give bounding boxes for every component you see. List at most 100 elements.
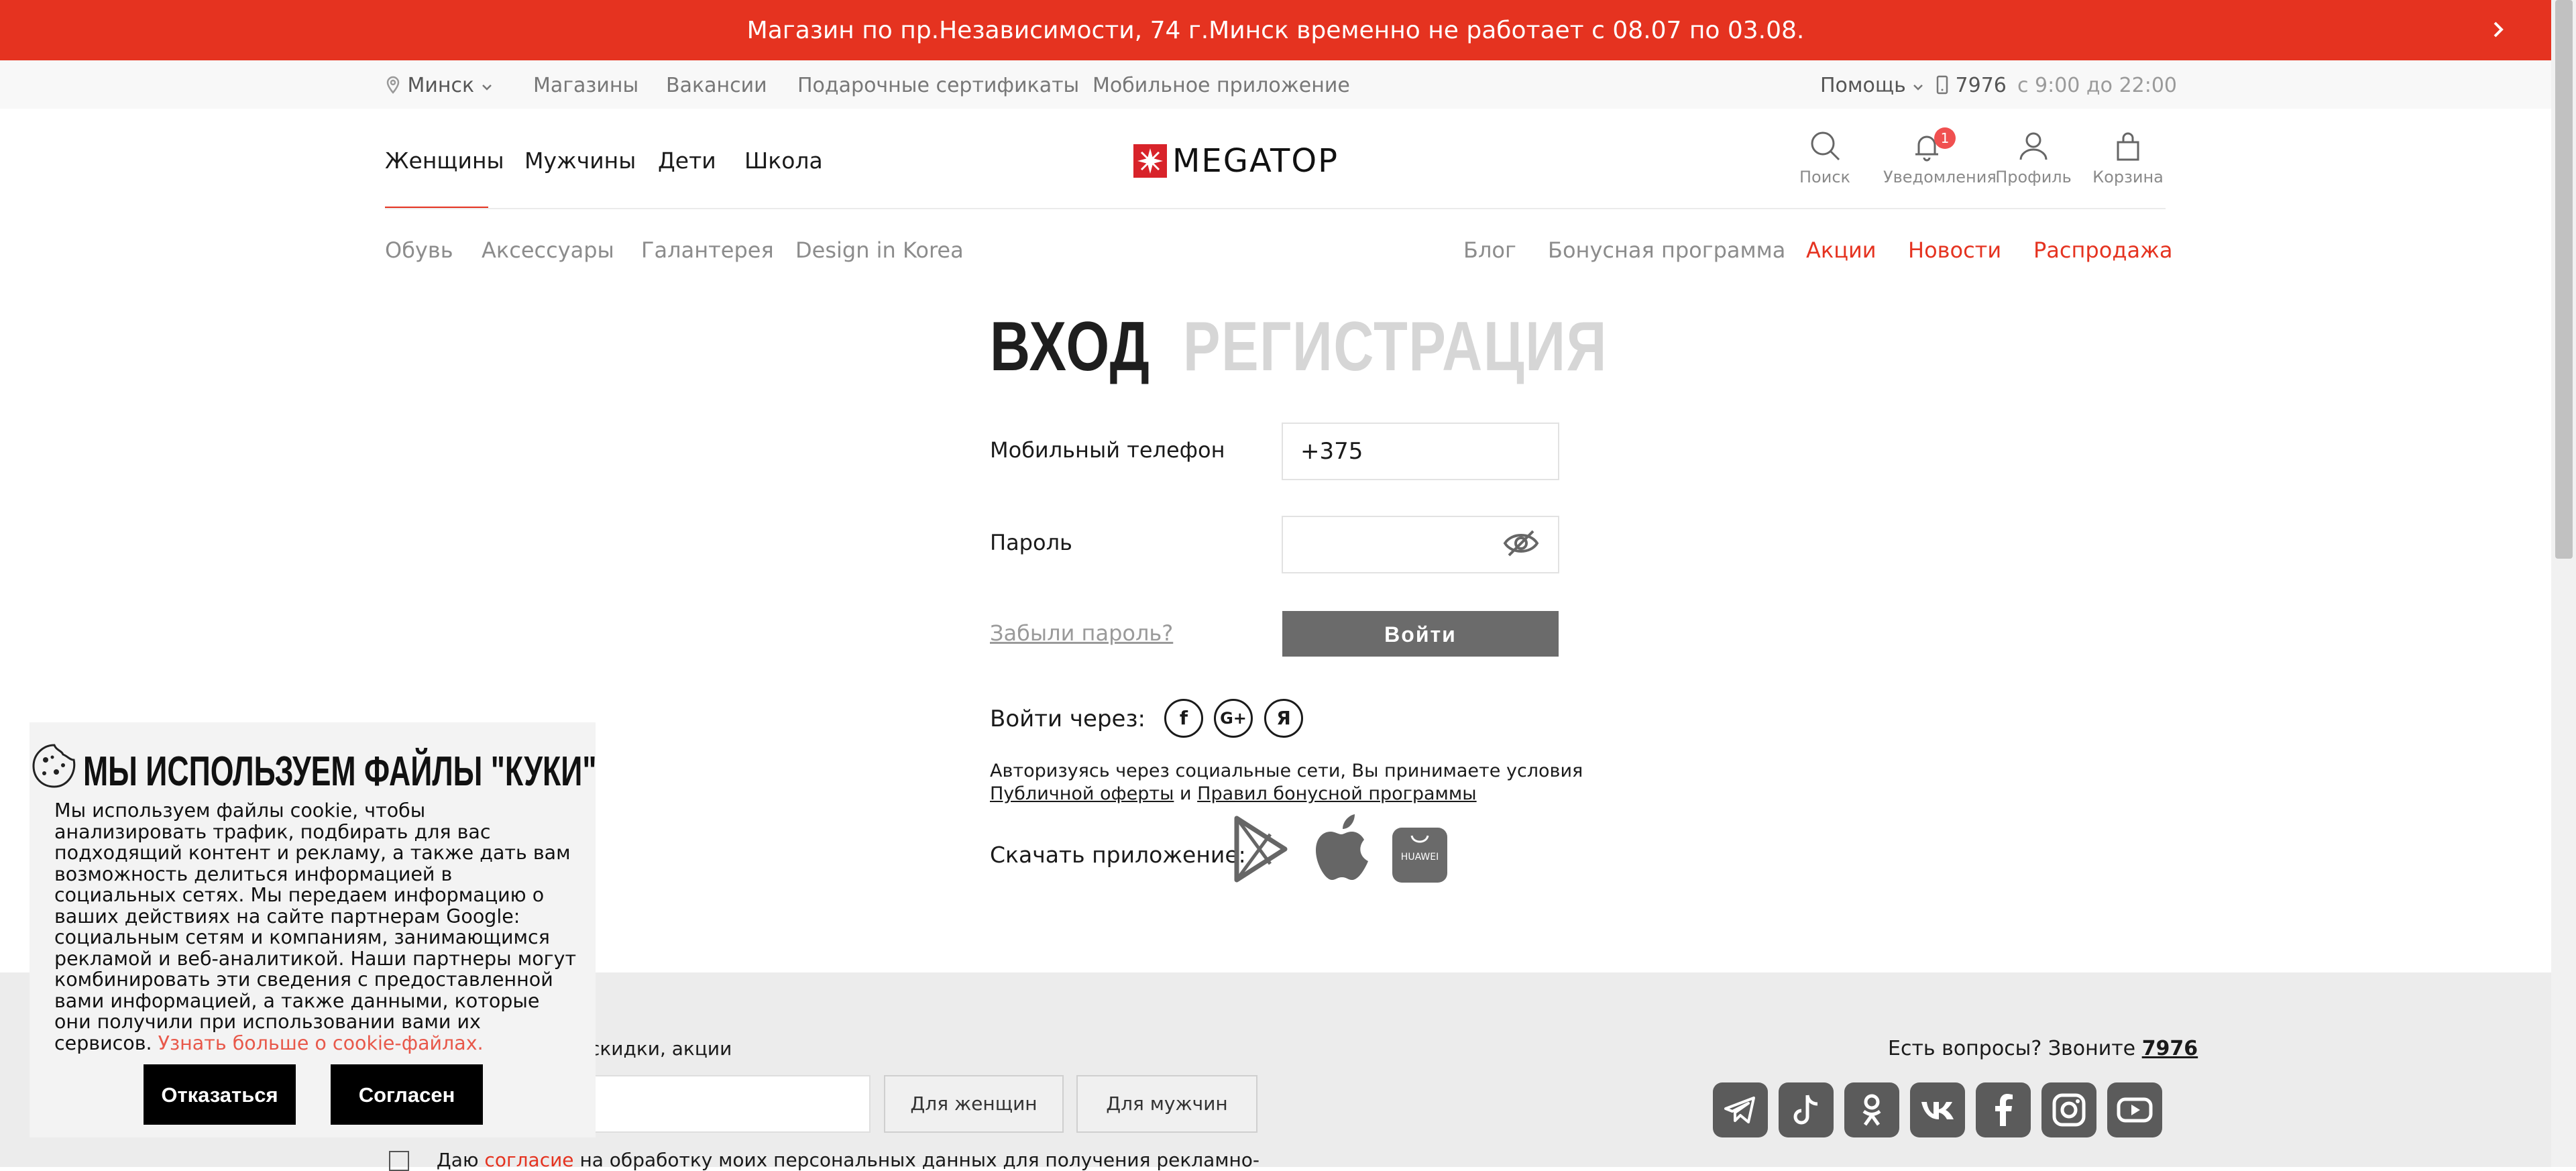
forgot-password-link[interactable]: Забыли пароль? xyxy=(990,620,1173,646)
google-login-button[interactable]: G+ xyxy=(1214,699,1253,738)
public-offer-link[interactable]: Публичной оферты xyxy=(990,783,1174,804)
terms-text: Авторизуясь через социальные сети, Вы пр… xyxy=(990,761,1583,781)
facebook-login-button[interactable]: f xyxy=(1164,699,1203,738)
subnav-accessories[interactable]: Аксессуары xyxy=(482,237,614,263)
banner-text: Магазин по пр.Независимости, 74 г.Минск … xyxy=(746,16,1805,44)
tiktok-button[interactable] xyxy=(1779,1082,1834,1137)
subnav-sale[interactable]: Распродажа xyxy=(2033,237,2172,263)
city-selector[interactable]: Минск xyxy=(385,74,493,97)
terms-and: и xyxy=(1179,783,1192,804)
huawei-label: HUAWEI xyxy=(1400,852,1439,862)
questions-label: Есть вопросы? Звоните xyxy=(1888,1037,2136,1060)
cookie-decline-button[interactable]: Отказаться xyxy=(144,1064,296,1125)
logo[interactable]: MEGATOP xyxy=(1133,142,1339,180)
search-button[interactable]: Поиск xyxy=(1781,130,1868,186)
link-stores[interactable]: Магазины xyxy=(533,74,638,97)
cookie-accept-button[interactable]: Согласен xyxy=(331,1064,483,1125)
city-label: Минск xyxy=(407,74,475,97)
consent-checkbox[interactable] xyxy=(389,1151,409,1171)
tab-register[interactable]: РЕГИСТРАЦИЯ xyxy=(1183,307,1608,387)
profile-label: Профиль xyxy=(1995,168,2072,186)
odnoklassniki-button[interactable] xyxy=(1844,1082,1899,1137)
chevron-down-icon xyxy=(482,85,492,91)
help-label: Помощь xyxy=(1820,74,1906,97)
odnoklassniki-icon xyxy=(1862,1094,1881,1126)
instagram-icon xyxy=(2052,1093,2086,1127)
telegram-icon xyxy=(1724,1097,1755,1123)
cart-button[interactable]: Корзина xyxy=(2084,130,2172,186)
download-app-label: Скачать приложение: xyxy=(990,842,1246,868)
tab-login[interactable]: ВХОД xyxy=(990,307,1151,387)
category-kids[interactable]: Дети xyxy=(658,148,716,174)
apple-icon[interactable] xyxy=(1313,813,1371,883)
category-men[interactable]: Мужчины xyxy=(524,148,636,174)
subnav-news[interactable]: Новости xyxy=(1908,237,2001,263)
cookie-icon xyxy=(32,744,76,788)
subnav-blog[interactable]: Блог xyxy=(1463,237,1516,263)
header-divider xyxy=(385,208,2166,209)
facebook-button[interactable] xyxy=(1976,1082,2031,1137)
eye-off-icon[interactable] xyxy=(1502,527,1540,559)
phone-input[interactable] xyxy=(1282,423,1559,480)
youtube-icon xyxy=(2117,1097,2153,1123)
link-gift-cards[interactable]: Подарочные сертификаты xyxy=(797,74,1079,97)
login-button[interactable]: Войти xyxy=(1282,611,1559,657)
subnav-design-in-korea[interactable]: Design in Korea xyxy=(795,237,964,263)
link-mobile-app[interactable]: Мобильное приложение xyxy=(1093,74,1350,97)
subnav-haberdashery[interactable]: Галантерея xyxy=(641,237,774,263)
subnav-promotions[interactable]: Акции xyxy=(1806,237,1877,263)
working-hours: с 9:00 до 22:00 xyxy=(2017,74,2178,97)
subnav-shoes[interactable]: Обувь xyxy=(385,237,453,263)
consent-text-1: Даю xyxy=(436,1149,479,1171)
phone-number: 7976 xyxy=(1955,74,2007,97)
social-terms: Авторизуясь через социальные сети, Вы пр… xyxy=(990,760,1583,805)
phone-label: Мобильный телефон xyxy=(990,437,1225,463)
scrollbar-thumb[interactable] xyxy=(2555,0,2573,559)
cookie-popup: МЫ ИСПОЛЬЗУЕМ ФАЙЛЫ "КУКИ" Мы используем… xyxy=(30,722,597,1137)
category-school[interactable]: Школа xyxy=(744,148,823,174)
announcement-banner: Магазин по пр.Независимости, 74 г.Минск … xyxy=(0,0,2551,60)
yandex-login-button[interactable]: Я xyxy=(1264,699,1303,738)
telegram-button[interactable] xyxy=(1713,1082,1768,1137)
google-play-icon[interactable] xyxy=(1231,814,1290,884)
facebook-icon xyxy=(1995,1094,2013,1126)
vk-icon xyxy=(1921,1102,1954,1119)
tiktok-icon xyxy=(1793,1095,1818,1125)
help-menu[interactable]: Помощь xyxy=(1820,74,1924,97)
utility-bar: Минск Магазины Вакансии Подарочные серти… xyxy=(0,60,2551,109)
subnav-bonus-program[interactable]: Бонусная программа xyxy=(1548,237,1785,263)
subscribe-women-button[interactable]: Для женщин xyxy=(884,1075,1064,1133)
consent-text-2: на обработку моих персональных данных дл… xyxy=(579,1149,1259,1171)
notifications-badge: 1 xyxy=(1934,127,1956,149)
search-icon xyxy=(1811,131,1840,161)
password-label: Пароль xyxy=(990,530,1072,555)
consent-row: Даю согласие на обработку моих персональ… xyxy=(389,1149,1259,1171)
youtube-button[interactable] xyxy=(2107,1082,2162,1137)
vk-button[interactable] xyxy=(1910,1082,1965,1137)
instagram-button[interactable] xyxy=(2041,1082,2096,1137)
profile-button[interactable]: Профиль xyxy=(1990,130,2077,186)
category-women[interactable]: Женщины xyxy=(385,148,504,174)
phone-icon xyxy=(1936,75,1948,95)
bag-icon xyxy=(2117,132,2139,161)
huawei-appgallery-icon[interactable]: HUAWEI xyxy=(1392,828,1447,883)
cart-label: Корзина xyxy=(2092,168,2164,186)
main-header: Женщины Мужчины Дети Школа MEGATOP Поиск… xyxy=(0,109,2551,209)
search-label: Поиск xyxy=(1799,168,1851,186)
login-via-label: Войти через: xyxy=(990,706,1145,732)
bonus-rules-link[interactable]: Правил бонусной программы xyxy=(1197,783,1476,804)
chevron-right-icon[interactable] xyxy=(2484,15,2511,44)
notifications-label: Уведомления xyxy=(1883,168,1997,186)
notifications-button[interactable]: Уведомления xyxy=(1883,130,1997,186)
phone-link[interactable]: 7976 xyxy=(1936,74,2007,97)
cookie-learn-more-link[interactable]: Узнать больше о cookie-файлах. xyxy=(158,1032,484,1054)
user-icon xyxy=(2019,132,2048,160)
cookie-title: МЫ ИСПОЛЬЗУЕМ ФАЙЛЫ "КУКИ" xyxy=(83,748,597,795)
consent-link[interactable]: согласие xyxy=(484,1149,573,1171)
location-pin-icon xyxy=(386,76,400,94)
chevron-down-icon xyxy=(1913,85,1923,91)
link-vacancies[interactable]: Вакансии xyxy=(666,74,767,97)
subscribe-men-button[interactable]: Для мужчин xyxy=(1076,1075,1257,1133)
questions-phone[interactable]: 7976 xyxy=(2142,1037,2198,1060)
logo-text: MEGATOP xyxy=(1172,142,1339,180)
